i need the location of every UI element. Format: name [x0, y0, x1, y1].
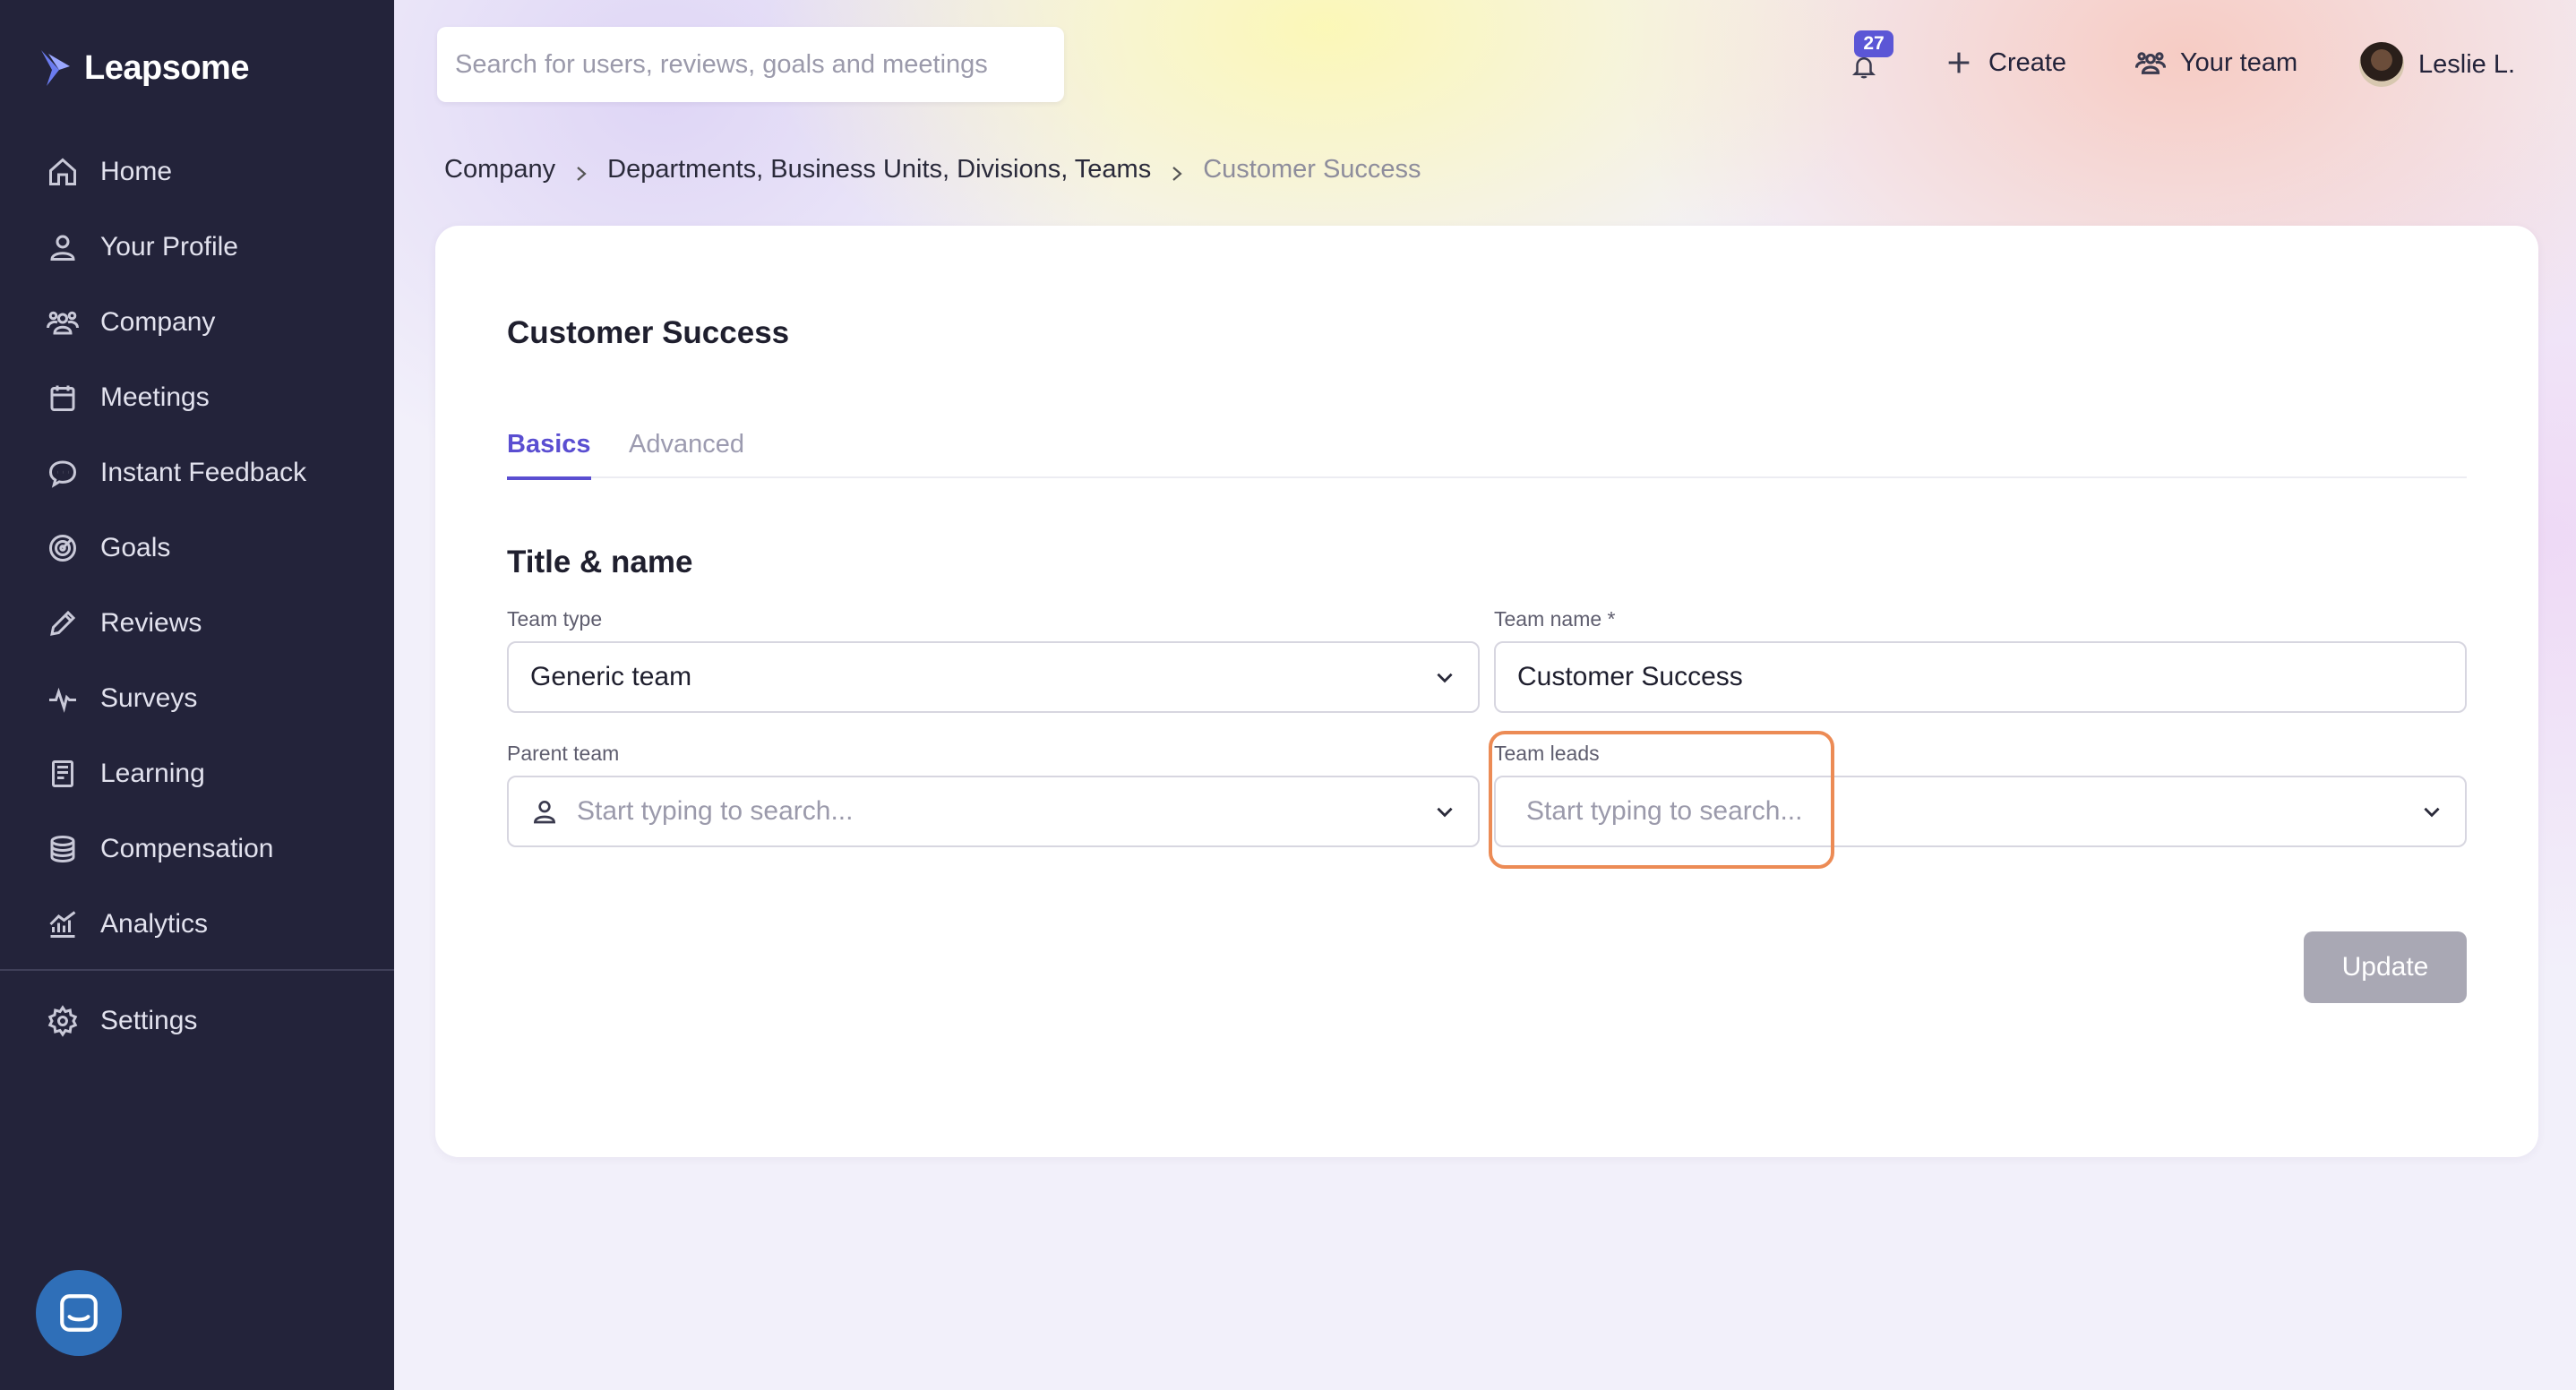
pencil-icon [50, 610, 76, 636]
team-leads-placeholder: Start typing to search... [1526, 796, 1803, 826]
tab-bar: Basics Advanced [507, 430, 2467, 480]
page-title: Customer Success [507, 315, 790, 350]
tab-advanced[interactable]: Advanced [629, 430, 744, 478]
sidebar-item-learning[interactable]: Learning [0, 736, 394, 811]
sidebar-item-label: Analytics [100, 909, 209, 939]
sidebar: Leapsome Home Your Profile Company Meeti… [0, 0, 394, 1390]
tab-basics[interactable]: Basics [507, 430, 591, 480]
calendar-icon [50, 385, 75, 411]
gear-icon [47, 1005, 78, 1037]
sidebar-item-label: Your Profile [100, 232, 238, 262]
your-team-button[interactable]: Your team [2135, 39, 2297, 86]
support-chat-button[interactable] [36, 1270, 122, 1356]
parent-team-select[interactable]: Start typing to search... [507, 776, 1480, 847]
user-name: Leslie L. [2418, 49, 2516, 79]
your-team-label: Your team [2180, 47, 2298, 77]
sidebar-item-your-profile[interactable]: Your Profile [0, 210, 394, 285]
target-icon [49, 535, 76, 562]
chevron-down-icon [1437, 807, 1453, 818]
sidebar-item-company[interactable]: Company [0, 285, 394, 360]
sidebar-item-meetings[interactable]: Meetings [0, 360, 394, 435]
breadcrumb-company[interactable]: Company [444, 155, 555, 184]
sidebar-item-label: Reviews [100, 608, 202, 638]
team-icon [2135, 52, 2166, 74]
home-icon [49, 158, 76, 185]
chat-widget-icon [60, 1294, 98, 1332]
team-name-value: Customer Success [1517, 662, 1743, 691]
sidebar-item-label: Home [100, 157, 173, 186]
update-button[interactable]: Update [2304, 931, 2467, 1003]
sidebar-item-instant-feedback[interactable]: Instant Feedback [0, 435, 394, 511]
user-menu[interactable]: Leslie L. [2359, 41, 2515, 88]
logo-text: Leapsome [84, 48, 249, 87]
coins-icon [50, 836, 75, 863]
breadcrumb-current: Customer Success [1203, 154, 1421, 184]
sidebar-item-analytics[interactable]: Analytics [0, 887, 394, 962]
notification-count-badge: 27 [1854, 30, 1893, 57]
sidebar-item-settings[interactable]: Settings [0, 983, 394, 1059]
user-icon [50, 235, 75, 261]
people-icon [47, 311, 79, 335]
team-name-label: Team name * [1494, 607, 1616, 631]
sidebar-item-label: Goals [100, 533, 171, 562]
sidebar-item-label: Settings [100, 1006, 198, 1035]
team-settings-card: Customer Success Basics Advanced Title &… [435, 226, 2538, 1157]
team-type-value: Generic team [530, 662, 692, 691]
book-icon [52, 760, 73, 787]
sidebar-item-home[interactable]: Home [0, 134, 394, 210]
sidebar-item-label: Company [100, 307, 216, 337]
sidebar-item-label: Meetings [100, 382, 210, 412]
team-type-select[interactable]: Generic team [507, 641, 1480, 713]
sidebar-item-compensation[interactable]: Compensation [0, 811, 394, 887]
parent-team-label: Parent team [507, 742, 620, 765]
team-name-field[interactable]: Customer Success [1494, 641, 2467, 713]
sidebar-item-label: Compensation [100, 834, 274, 863]
sidebar-divider [0, 969, 394, 971]
breadcrumb-departments[interactable]: Departments, Business Units, Divisions, … [607, 155, 1151, 184]
plus-icon [1948, 52, 1970, 73]
leapsome-logo-icon [41, 50, 70, 86]
section-title: Title & name [507, 545, 693, 579]
sidebar-item-label: Surveys [100, 683, 198, 713]
team-type-label: Team type [507, 607, 603, 631]
create-button[interactable]: Create [1944, 39, 2066, 86]
team-leads-select[interactable]: Start typing to search... [1494, 776, 2467, 847]
sidebar-item-goals[interactable]: Goals [0, 511, 394, 586]
avatar [2359, 42, 2404, 87]
leapsome-logo[interactable]: Leapsome [39, 43, 249, 93]
person-search-icon [533, 801, 556, 824]
breadcrumb-chevron-icon [575, 160, 588, 181]
chart-icon [49, 911, 76, 938]
global-search[interactable] [437, 27, 1064, 102]
sidebar-item-label: Learning [100, 759, 205, 788]
chevron-down-icon [2424, 807, 2440, 818]
breadcrumb-chevron-icon [1171, 160, 1183, 181]
breadcrumb: Company Departments, Business Units, Div… [444, 149, 1421, 190]
search-input[interactable] [455, 49, 1064, 80]
sidebar-item-label: Instant Feedback [100, 458, 307, 487]
parent-team-placeholder: Start typing to search... [577, 796, 854, 826]
chat-icon [48, 460, 77, 488]
sidebar-item-surveys[interactable]: Surveys [0, 661, 394, 736]
chevron-down-icon [1437, 673, 1453, 683]
sidebar-nav: Home Your Profile Company Meetings Insta… [0, 134, 394, 962]
team-leads-label: Team leads [1494, 742, 1600, 765]
sidebar-settings-group: Settings [0, 983, 394, 1059]
pulse-icon [49, 687, 76, 713]
create-label: Create [1988, 47, 2067, 77]
sidebar-item-reviews[interactable]: Reviews [0, 586, 394, 661]
